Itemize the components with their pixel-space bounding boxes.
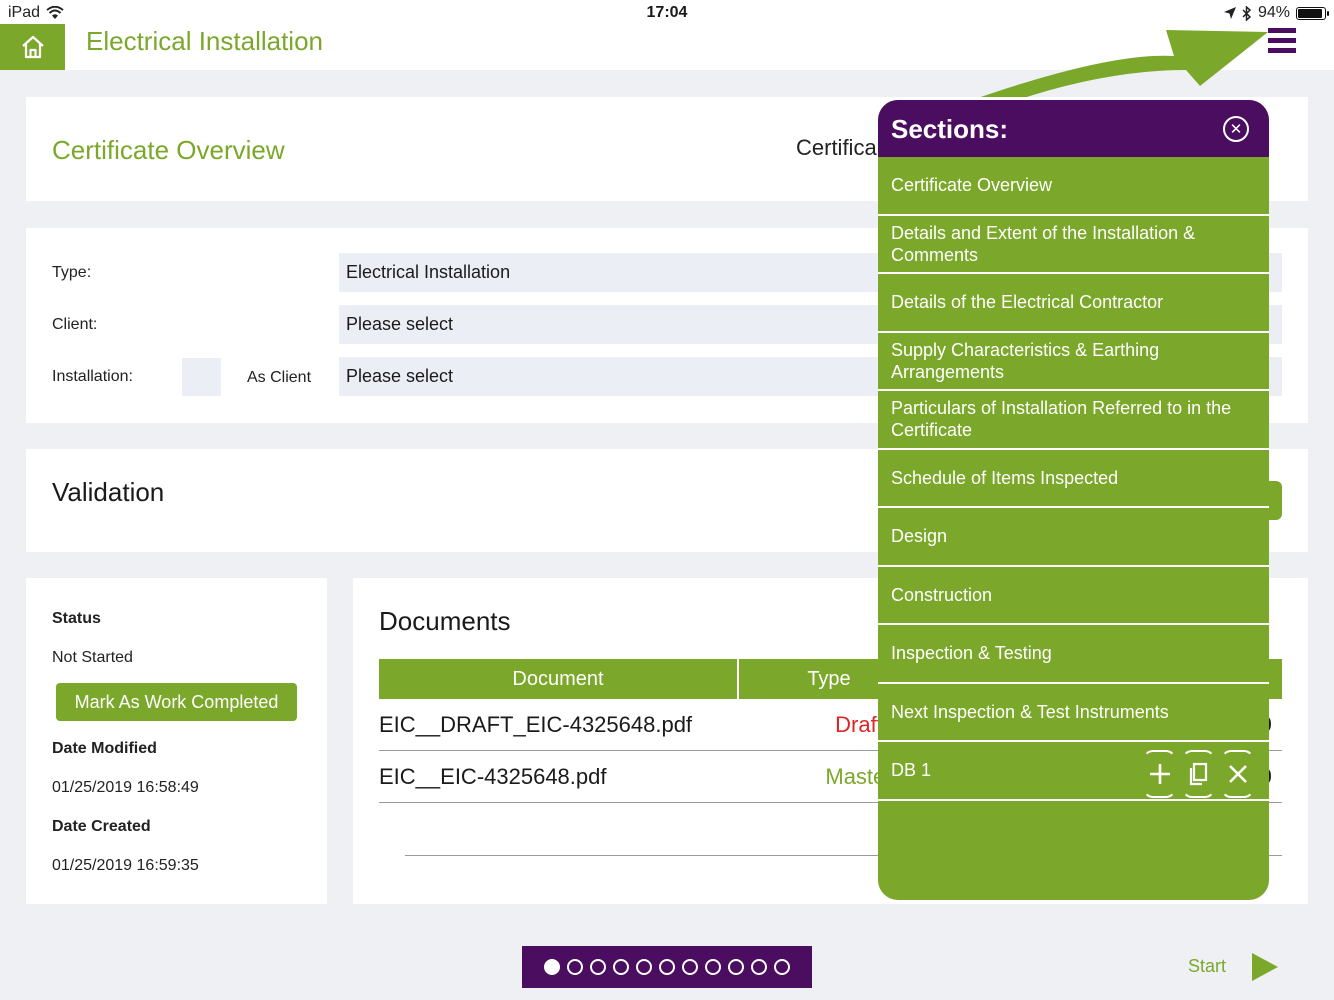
date-created-value: 01/25/2019 16:59:35 — [52, 857, 199, 874]
sections-panel: Sections: ✕ Certificate Overview Details… — [878, 100, 1269, 900]
section-item-details-extent[interactable]: Details and Extent of the Installation &… — [878, 216, 1269, 274]
home-button[interactable] — [0, 24, 65, 70]
page-dot[interactable] — [567, 959, 583, 975]
menu-bar-icon — [1268, 38, 1296, 43]
section-item-inspection-testing[interactable]: Inspection & Testing — [878, 625, 1269, 684]
page-dot[interactable] — [728, 959, 744, 975]
close-icon[interactable]: ✕ — [1223, 116, 1249, 142]
section-item-label: Details and Extent of the Installation &… — [891, 222, 1196, 265]
status-right: 94% — [1223, 4, 1329, 22]
page-dot[interactable] — [751, 959, 767, 975]
client-label: Client: — [52, 316, 98, 333]
page-dot[interactable] — [774, 959, 790, 975]
section-item-label: Schedule of Items Inspected — [891, 467, 1119, 488]
type-label: Type: — [52, 264, 92, 281]
menu-bar-icon — [1268, 28, 1296, 33]
sections-list: Certificate Overview Details and Extent … — [878, 157, 1269, 801]
section-item-construction[interactable]: Construction — [878, 567, 1269, 625]
as-client-label: As Client — [247, 369, 312, 386]
section-item-certificate-overview[interactable]: Certificate Overview — [878, 157, 1269, 216]
date-modified-label: Date Modified — [52, 740, 157, 757]
page-dot[interactable] — [636, 959, 652, 975]
battery-fill — [1298, 8, 1322, 18]
overview-title: Certificate Overview — [52, 135, 285, 165]
section-item-label: Certificate Overview — [891, 175, 1053, 196]
section-item-label: Details of the Electrical Contractor — [891, 292, 1164, 313]
section-item-label: Next Inspection & Test Instruments — [891, 701, 1169, 722]
section-item-label: Inspection & Testing — [891, 643, 1052, 664]
page-dot[interactable] — [544, 959, 560, 975]
documents-title: Documents — [379, 606, 511, 636]
section-item-db-1[interactable]: DB 1 — [878, 742, 1269, 801]
as-client-checkbox[interactable] — [182, 358, 221, 396]
play-arrow-icon[interactable] — [1252, 953, 1278, 981]
battery-percent: 94% — [1257, 4, 1290, 21]
delete-icon[interactable] — [1218, 748, 1257, 800]
page-dot[interactable] — [613, 959, 629, 975]
status-value: Not Started — [52, 649, 133, 666]
home-icon — [21, 35, 44, 59]
nav-title: Electrical Installation — [86, 26, 323, 56]
hamburger-menu-button[interactable] — [1268, 28, 1296, 56]
section-item-label: Construction — [891, 584, 993, 605]
bluetooth-icon — [1242, 5, 1252, 21]
page-indicator[interactable] — [522, 946, 812, 988]
section-item-particulars[interactable]: Particulars of Installation Referred to … — [878, 391, 1269, 450]
validation-title: Validation — [52, 477, 165, 507]
column-header-document: Document — [379, 659, 739, 699]
section-item-supply-characteristics[interactable]: Supply Characteristics & Earthing Arrang… — [878, 333, 1269, 391]
status-card: Status Not Started Mark As Work Complete… — [26, 578, 327, 904]
section-item-next-inspection[interactable]: Next Inspection & Test Instruments — [878, 684, 1269, 742]
page-dot[interactable] — [705, 959, 721, 975]
status-bar: iPad 17:04 94% — [0, 0, 1334, 26]
add-icon[interactable] — [1140, 748, 1179, 800]
location-arrow-icon — [1223, 7, 1236, 19]
date-modified-value: 01/25/2019 16:58:49 — [52, 779, 199, 796]
section-item-label: Supply Characteristics & Earthing Arrang… — [891, 339, 1160, 382]
status-label: Status — [52, 610, 101, 627]
status-time: 17:04 — [646, 4, 688, 21]
document-name: EIC__DRAFT_EIC-4325648.pdf — [379, 712, 693, 737]
pointer-arrow-icon — [972, 30, 1268, 106]
section-item-electrical-contractor[interactable]: Details of the Electrical Contractor — [878, 274, 1269, 333]
battery-icon — [1296, 6, 1329, 20]
menu-bar-icon — [1268, 48, 1296, 53]
copy-icon[interactable] — [1179, 748, 1218, 800]
page-dot[interactable] — [682, 959, 698, 975]
section-item-label: Particulars of Installation Referred to … — [891, 398, 1232, 441]
section-item-schedule-inspected[interactable]: Schedule of Items Inspected — [878, 450, 1269, 508]
section-item-design[interactable]: Design — [878, 508, 1269, 567]
section-item-label: DB 1 — [891, 760, 932, 781]
page-dot[interactable] — [590, 959, 606, 975]
db-actions — [1140, 748, 1257, 800]
document-name: EIC__EIC-4325648.pdf — [379, 764, 607, 789]
start-link[interactable]: Start — [1188, 956, 1226, 977]
sections-panel-header: Sections: ✕ — [878, 100, 1269, 157]
sections-panel-title: Sections: — [891, 114, 1009, 144]
date-created-label: Date Created — [52, 818, 151, 835]
mark-as-work-completed-button[interactable]: Mark As Work Completed — [56, 683, 297, 721]
page-dot[interactable] — [659, 959, 675, 975]
section-item-label: Design — [891, 526, 948, 547]
installation-label: Installation: — [52, 368, 133, 385]
